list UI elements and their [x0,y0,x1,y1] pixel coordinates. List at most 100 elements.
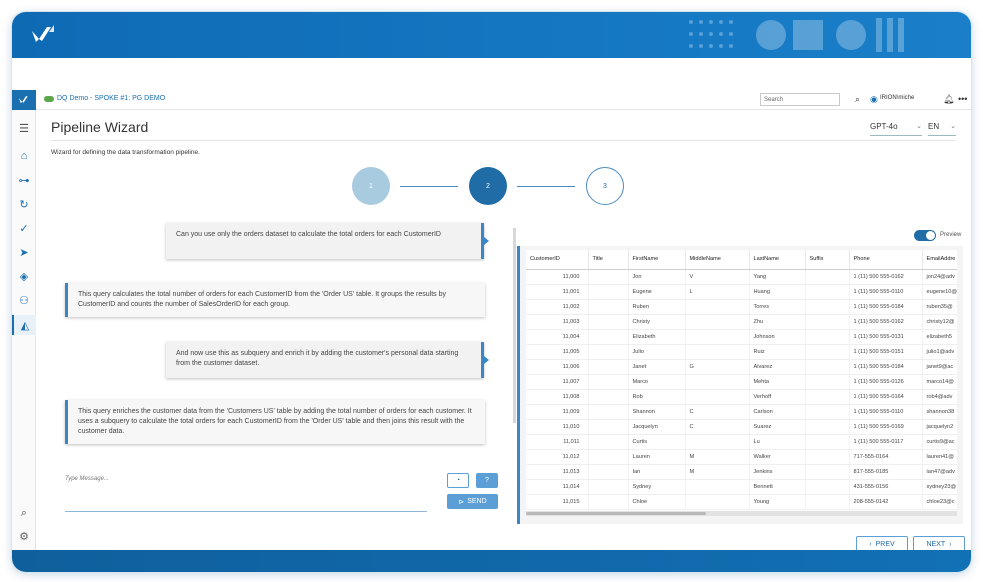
user-name[interactable]: IRION\miche [880,95,914,101]
column-header[interactable]: Phone [849,250,923,270]
reset-icon: ◔ [455,477,461,484]
table-cell: 717-555-0164 [849,449,923,465]
table-cell [588,404,629,420]
table-cell [805,434,850,450]
column-header[interactable]: Suffix [805,250,850,270]
divider [51,140,956,141]
column-header[interactable]: LastName [749,250,806,270]
table-row[interactable]: 11,001 Eugene L Huang 1 (11) 500 555-0110 eug… [526,284,957,300]
table-cell: 1 (11) 500 555-0110 [849,284,923,300]
column-header[interactable]: FirstName [628,250,686,270]
search-input[interactable]: Search [760,93,840,106]
table-cell: 1 (11) 500 555-0164 [849,389,923,405]
table-cell: C [685,419,750,435]
menu-icon[interactable]: ☰ [16,120,32,136]
table-row[interactable]: 11,012 Lauren M Walker 717-555-0164 lauren41@ [526,449,957,465]
table-cell: Ruiz [749,344,806,360]
table-cell: 11,002 [526,299,589,315]
table-cell [805,344,850,360]
table-cell: V [685,269,750,285]
table-cell [805,419,850,435]
send-button[interactable]: ⊳ SEND [447,494,498,509]
table-row[interactable]: 11,006 Janet G Alvarez 1 (11) 500 555-0184 ja… [526,359,957,375]
search-icon[interactable]: ⌕ [855,94,860,105]
table-row[interactable]: 11,009 Shannon C Carlson 1 (11) 500 555-0110… [526,404,957,420]
help-button[interactable]: ? [476,473,498,488]
table-cell [588,299,629,315]
table-row[interactable]: 11,010 Jacquelyn C Suarez 1 (11) 500 555-016… [526,419,957,435]
chat-scrollbar[interactable] [513,228,516,423]
table-cell: 11,006 [526,359,589,375]
table-row[interactable]: 11,007 Marco Mehta 1 (11) 500 555-0126 marco… [526,374,957,390]
home-icon[interactable]: ⌂ [16,148,32,164]
check-icon[interactable]: ✓ [16,220,32,236]
table-cell: shannon38 [922,404,957,420]
table-cell: Alvarez [749,359,806,375]
preview-toggle[interactable] [914,230,936,241]
pipeline-icon[interactable]: ◭ [12,315,36,335]
table-cell: 208-555-0142 [849,494,923,510]
sidebar-logo[interactable] [12,90,36,110]
brand-logo-icon [32,25,54,42]
column-header[interactable]: MiddleName [685,250,750,270]
step-1[interactable]: 1 [352,167,390,205]
table-cell: Mehta [749,374,806,390]
table-cell: 11,010 [526,419,589,435]
layers-icon[interactable]: ◈ [16,268,32,284]
table-cell: 11,015 [526,494,589,510]
column-header[interactable]: CustomerID [526,250,589,270]
table-cell: Lu [749,434,806,450]
send-icon[interactable]: ➤ [16,244,32,260]
table-row[interactable]: 11,015 Chloe Young 208-555-0142 chloe23@c [526,494,957,510]
table-row[interactable]: 11,005 Julio Ruiz 1 (11) 500 555-0151 julio1… [526,344,957,360]
app-body: ☰ ⌂ ⊶ ↻ ✓ ➤ ◈ ⚇ ◭ ⌕ ⚙ DQ Demo - SPOKE #1… [12,90,971,552]
model-select[interactable]: GPT-4o ⌄ [870,122,922,136]
table-cell [685,344,750,360]
message-input[interactable]: Type Message... [65,472,427,512]
table-horizontal-scrollbar[interactable] [526,511,957,516]
table-row[interactable]: 11,014 Sydney Bennett 431-555-0156 sydney23@ [526,479,957,495]
table-cell: Carlson [749,404,806,420]
preview-panel: CustomerID Title FirstName MiddleName LastNa… [517,246,963,524]
more-icon[interactable]: ••• [958,94,967,104]
search-icon[interactable]: ⌕ [16,505,32,521]
column-header[interactable]: EmailAddre [922,250,957,270]
bell-icon[interactable]: 🔔︎ [943,94,954,105]
table-cell [588,284,629,300]
step-2[interactable]: 2 [469,167,507,205]
table-row[interactable]: 11,000 Jon V Yang 1 (11) 500 555-0162 jon24@a… [526,269,957,285]
table-cell: 11,009 [526,404,589,420]
users-icon[interactable]: ⚇ [16,292,32,308]
breadcrumb[interactable]: DQ Demo - SPOKE #1: PG DEMO [44,95,165,102]
table-row[interactable]: 11,013 Ian M Jenkins 817-555-0185 ian47@adv [526,464,957,480]
table-row[interactable]: 11,011 Curtis Lu 1 (11) 500 555-0117 curtis9… [526,434,957,450]
refresh-icon[interactable]: ↻ [16,196,32,212]
table-cell [805,299,850,315]
reset-button[interactable]: ◔ [447,473,469,488]
table-cell: Rob [628,389,686,405]
table-row[interactable]: 11,004 Elizabeth Johnson 1 (11) 500 555-013… [526,329,957,345]
app-window: ☰ ⌂ ⊶ ↻ ✓ ➤ ◈ ⚇ ◭ ⌕ ⚙ DQ Demo - SPOKE #1… [12,12,971,572]
table-cell: 1 (11) 500 555-0184 [849,299,923,315]
table-cell: curtis9@ac [922,434,957,450]
table-row[interactable]: 11,008 Rob Verhoff 1 (11) 500 555-0164 rob4@… [526,389,957,405]
table-cell [588,419,629,435]
page-title: Pipeline Wizard [51,119,149,135]
connection-icon[interactable]: ⊶ [16,172,32,188]
next-button-label: NEXT [926,540,946,548]
table-row[interactable]: 11,002 Ruben Torres 1 (11) 500 555-0184 rube… [526,299,957,315]
column-header[interactable]: Title [588,250,629,270]
settings-icon[interactable]: ⚙ [16,528,32,544]
preview-table-container[interactable]: CustomerID Title FirstName MiddleName LastNa… [526,250,957,516]
table-row[interactable]: 11,003 Christy Zhu 1 (11) 500 555-0162 chris… [526,314,957,330]
table-cell: 1 (11) 500 555-0184 [849,359,923,375]
table-cell: rob4@adv [922,389,957,405]
table-cell: 11,007 [526,374,589,390]
table-cell: Chloe [628,494,686,510]
step-3[interactable]: 3 [586,167,624,205]
language-select[interactable]: EN ⌄ [928,122,956,136]
table-cell [685,434,750,450]
table-cell: Jenkins [749,464,806,480]
send-button-label: SEND [467,498,487,505]
table-cell: 11,003 [526,314,589,330]
